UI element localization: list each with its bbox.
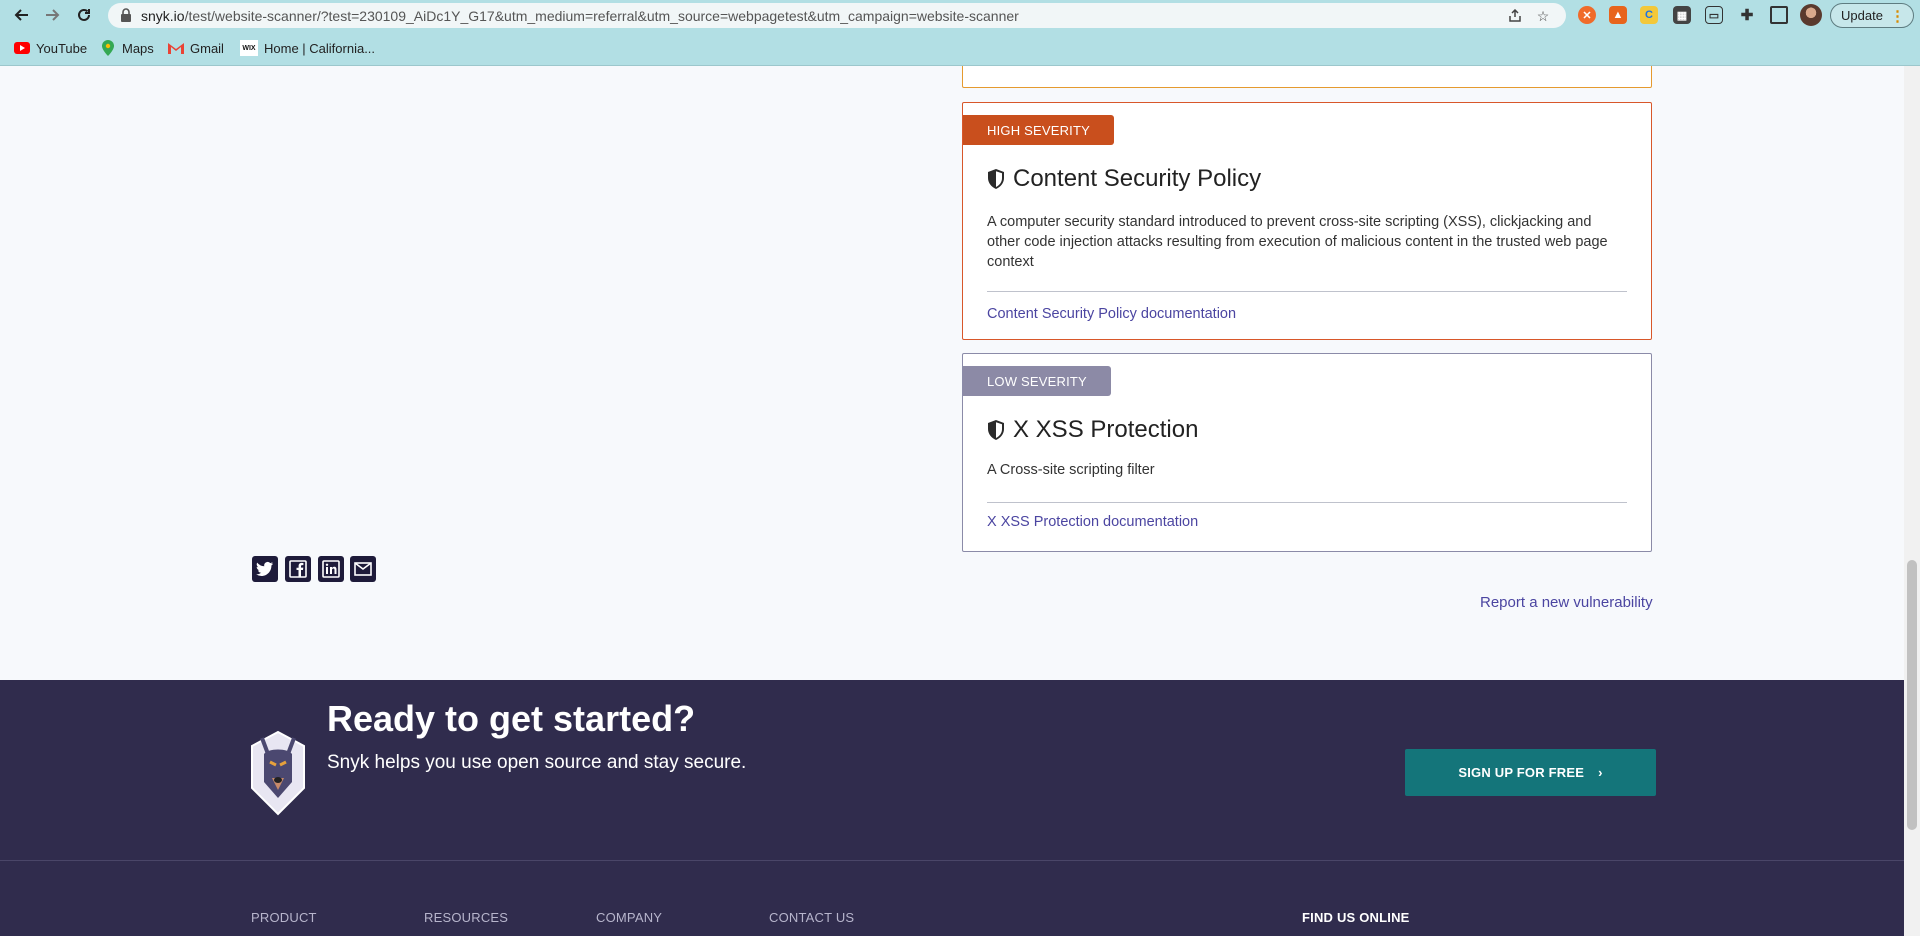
share-icon[interactable]	[1506, 7, 1524, 25]
gmail-icon	[168, 40, 184, 56]
lock-icon	[120, 8, 134, 22]
severity-badge: LOW SEVERITY	[963, 366, 1111, 396]
report-vulnerability-link[interactable]: Report a new vulnerability	[1480, 594, 1653, 611]
documentation-link[interactable]: X XSS Protection documentation	[987, 514, 1198, 530]
sidepanel-icon[interactable]	[1770, 6, 1788, 24]
severity-badge: HIGH SEVERITY	[963, 115, 1115, 145]
finding-title: Content Security Policy	[987, 165, 1261, 193]
maps-icon	[100, 40, 116, 56]
puzzle-icon[interactable]: ✚	[1738, 6, 1756, 24]
divider	[987, 502, 1627, 503]
wix-icon: WIX	[240, 40, 258, 56]
bookmark-wix[interactable]: WIX Home | California...	[240, 39, 375, 57]
browser-toolbar: snyk.io/test/website-scanner/?test=23010…	[0, 0, 1920, 30]
finding-description: A Cross-site scripting filter	[987, 462, 1155, 478]
email-icon[interactable]	[350, 556, 376, 582]
cta-title: Ready to get started?	[327, 698, 696, 739]
snyk-logo-icon	[248, 728, 308, 818]
address-bar[interactable]: snyk.io/test/website-scanner/?test=23010…	[108, 3, 1566, 28]
extension-icon[interactable]: ▦	[1673, 6, 1691, 24]
chevron-right-icon: ›	[1598, 765, 1603, 780]
footer-heading-resources[interactable]: RESOURCES	[424, 910, 508, 925]
facebook-icon[interactable]	[285, 556, 311, 582]
finding-title: X XSS Protection	[987, 416, 1198, 444]
finding-description: A computer security standard introduced …	[987, 214, 1608, 270]
bookmark-gmail[interactable]: Gmail	[168, 39, 224, 57]
documentation-link[interactable]: Content Security Policy documentation	[987, 306, 1236, 322]
youtube-icon	[14, 40, 30, 56]
forward-arrow-icon[interactable]	[40, 3, 64, 27]
shield-icon	[988, 420, 1004, 440]
shield-icon	[988, 169, 1004, 189]
footer-heading-find-us: FIND US ONLINE	[1302, 910, 1410, 925]
linkedin-icon[interactable]	[318, 556, 344, 582]
twitter-icon[interactable]	[252, 556, 278, 582]
update-button[interactable]: Update ⋮	[1830, 3, 1914, 28]
divider	[987, 291, 1627, 292]
bookmark-youtube[interactable]: YouTube	[14, 39, 87, 57]
back-arrow-icon[interactable]	[10, 3, 34, 27]
bookmarks-bar: YouTube Maps Gmail WIX Home | California…	[0, 30, 1920, 66]
extension-icon[interactable]: C	[1640, 6, 1658, 24]
extension-icon[interactable]: ✕	[1578, 6, 1596, 24]
menu-dots-icon[interactable]: ⋮	[1890, 7, 1905, 25]
finding-card-medium	[962, 66, 1652, 88]
cta-subtitle: Snyk helps you use open source and stay …	[327, 752, 747, 773]
url-text: snyk.io/test/website-scanner/?test=23010…	[141, 8, 1019, 24]
footer-heading-product[interactable]: PRODUCT	[251, 910, 317, 925]
extension-icon[interactable]: ▭	[1705, 6, 1723, 24]
avatar[interactable]	[1800, 4, 1822, 26]
footer-heading-contact[interactable]: CONTACT US	[769, 910, 854, 925]
scrollbar-thumb[interactable]	[1907, 560, 1917, 830]
finding-card-high: HIGH SEVERITY Content Security Policy A …	[962, 102, 1652, 340]
bookmark-star-icon[interactable]: ☆	[1534, 7, 1552, 25]
footer-heading-company[interactable]: COMPANY	[596, 910, 662, 925]
finding-card-low: LOW SEVERITY X XSS Protection A Cross-si…	[962, 353, 1652, 552]
sign-up-button[interactable]: SIGN UP FOR FREE ›	[1405, 749, 1656, 796]
extension-icon[interactable]: ▲	[1609, 6, 1627, 24]
bookmark-maps[interactable]: Maps	[100, 39, 154, 57]
reload-icon[interactable]	[72, 3, 96, 27]
